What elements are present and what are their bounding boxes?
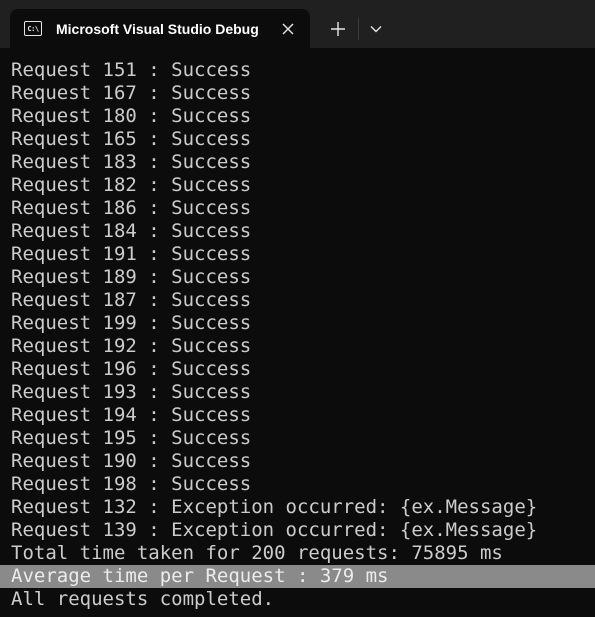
console-line-selected: Average time per Request : 379 ms — [0, 565, 595, 588]
console-line: Request 196 : Success — [11, 358, 252, 380]
console-line: Request 194 : Success — [11, 404, 252, 426]
console-line: Request 190 : Success — [11, 450, 252, 472]
console-line: Request 199 : Success — [11, 312, 252, 334]
console-line: Request 139 : Exception occurred: {ex.Me… — [11, 519, 538, 541]
title-bar: C:\ Microsoft Visual Studio Debug Consol… — [0, 0, 595, 48]
plus-icon — [331, 22, 345, 36]
tab-title: Microsoft Visual Studio Debug Console — [56, 20, 263, 37]
console-line: Request 180 : Success — [11, 105, 252, 127]
console-line: Request 151 : Success — [11, 59, 252, 81]
console-app-icon: C:\ — [24, 21, 42, 36]
console-line: Request 191 : Success — [11, 243, 252, 265]
console-line: Request 183 : Success — [11, 151, 252, 173]
console-line: Request 132 : Exception occurred: {ex.Me… — [11, 496, 538, 518]
close-icon[interactable] — [277, 18, 299, 40]
chevron-down-icon — [370, 26, 382, 33]
console-line: Request 187 : Success — [11, 289, 252, 311]
console-line: All requests completed. — [11, 588, 275, 610]
new-tab-button[interactable] — [322, 13, 354, 45]
tab-divider — [358, 18, 359, 40]
tab-debug-console[interactable]: C:\ Microsoft Visual Studio Debug Consol… — [10, 9, 310, 48]
console-output[interactable]: Request 151 : Success Request 167 : Succe… — [0, 58, 595, 617]
console-line: Request 193 : Success — [11, 381, 252, 403]
console-line: Request 186 : Success — [11, 197, 252, 219]
console-line: Request 192 : Success — [11, 335, 252, 357]
console-line: Request 165 : Success — [11, 128, 252, 150]
tab-dropdown-button[interactable] — [360, 13, 392, 45]
console-line: Total time taken for 200 requests: 75895… — [11, 542, 503, 564]
console-line: Request 184 : Success — [11, 220, 252, 242]
console-line: Request 167 : Success — [11, 82, 252, 104]
console-line: Request 182 : Success — [11, 174, 252, 196]
console-line: Request 189 : Success — [11, 266, 252, 288]
console-line: Request 195 : Success — [11, 427, 252, 449]
console-line: Request 198 : Success — [11, 473, 252, 495]
